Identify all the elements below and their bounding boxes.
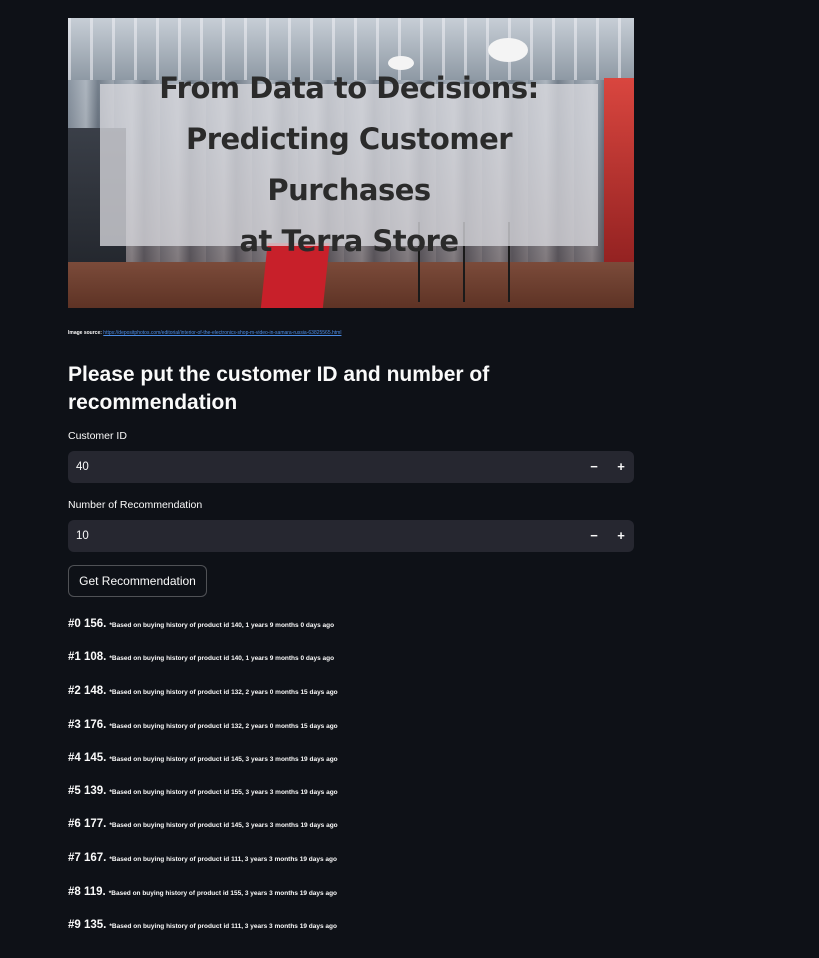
recommendation-rank: #2 148.	[68, 685, 107, 697]
recommendation-rank: #9 135.	[68, 919, 107, 931]
store-floor	[68, 262, 634, 308]
customer-id-input[interactable]: 40 − +	[68, 451, 634, 483]
recommendation-note: *Based on buying history of product id 1…	[108, 890, 338, 897]
store-shelf	[604, 78, 634, 278]
hero-title-line: From Data to Decisions:	[159, 71, 539, 105]
recommendation-item: #4 145. *Based on buying history of produ…	[68, 748, 338, 766]
get-recommendation-button[interactable]: Get Recommendation	[68, 565, 207, 597]
image-source-label: Image source:	[68, 330, 102, 336]
recommendation-rank: #6 177.	[68, 818, 107, 830]
hero-banner-image: From Data to Decisions: Predicting Custo…	[68, 18, 634, 308]
recommendation-note: *Based on buying history of product id 1…	[109, 723, 338, 730]
image-source-link[interactable]: https://depositphotos.com/editorial/inte…	[103, 330, 341, 336]
image-source-caption: Image source: https://depositphotos.com/…	[68, 330, 341, 336]
page-heading: Please put the customer ID and number of…	[68, 363, 490, 414]
num-recommendation-value[interactable]: 10	[76, 520, 89, 552]
recommendation-item: #9 135. *Based on buying history of produ…	[68, 915, 337, 933]
recommendation-rank: #8 119.	[68, 886, 106, 898]
customer-id-value[interactable]: 40	[76, 451, 89, 483]
recommendation-note: *Based on buying history of product id 1…	[109, 655, 335, 662]
recommendation-item: #5 139. *Based on buying history of produ…	[68, 781, 338, 799]
hero-title-line: at Terra Store	[239, 224, 459, 258]
ceiling-lamp	[488, 38, 528, 62]
hero-title-line: Predicting Customer Purchases	[185, 122, 513, 207]
recommendation-item: #2 148. *Based on buying history of produ…	[68, 681, 338, 699]
recommendation-note: *Based on buying history of product id 1…	[109, 856, 337, 863]
num-recommendation-label: Number of Recommendation	[68, 499, 203, 511]
num-recommendation-input[interactable]: 10 − +	[68, 520, 634, 552]
num-recommendation-decrement-button[interactable]: −	[581, 520, 607, 552]
recommendation-item: #3 176. *Based on buying history of produ…	[68, 715, 338, 733]
customer-id-label: Customer ID	[68, 430, 127, 442]
recommendation-note: *Based on buying history of product id 1…	[109, 923, 337, 930]
recommendation-rank: #7 167.	[68, 852, 107, 864]
customer-id-increment-button[interactable]: +	[608, 451, 634, 483]
recommendation-item: #1 108. *Based on buying history of produ…	[68, 647, 334, 665]
recommendation-rank: #4 145.	[68, 752, 107, 764]
num-recommendation-increment-button[interactable]: +	[608, 520, 634, 552]
recommendation-note: *Based on buying history of product id 1…	[109, 622, 335, 629]
hero-title-overlay: From Data to Decisions: Predicting Custo…	[100, 71, 598, 258]
recommendation-rank: #0 156.	[68, 618, 107, 630]
recommendation-item: #8 119. *Based on buying history of produ…	[68, 882, 337, 900]
recommendation-note: *Based on buying history of product id 1…	[109, 822, 338, 829]
recommendation-note: *Based on buying history of product id 1…	[109, 789, 338, 796]
customer-id-decrement-button[interactable]: −	[581, 451, 607, 483]
recommendation-rank: #1 108.	[68, 651, 107, 663]
recommendation-rank: #5 139.	[68, 785, 107, 797]
recommendation-item: #6 177. *Based on buying history of produ…	[68, 814, 338, 832]
recommendation-rank: #3 176.	[68, 719, 107, 731]
recommendation-item: #7 167. *Based on buying history of produ…	[68, 848, 337, 866]
recommendation-note: *Based on buying history of product id 1…	[109, 689, 338, 696]
recommendation-item: #0 156. *Based on buying history of produ…	[68, 614, 334, 632]
recommendation-note: *Based on buying history of product id 1…	[109, 756, 338, 763]
